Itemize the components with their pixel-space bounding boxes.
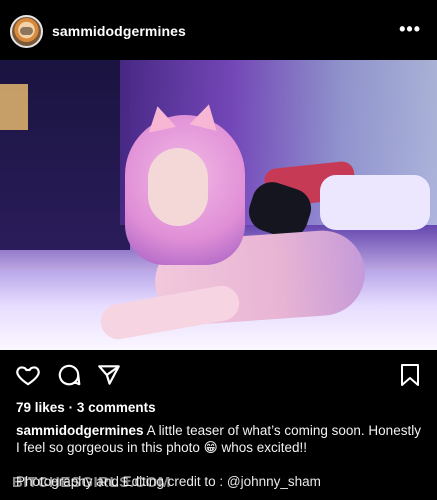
comment-icon[interactable] <box>56 362 82 388</box>
photo-lamp <box>0 84 28 130</box>
post-username[interactable]: sammidodgermines <box>52 23 186 39</box>
photo-pillow-white <box>320 175 430 230</box>
more-options-icon[interactable]: ••• <box>399 19 421 40</box>
send-icon[interactable] <box>96 362 122 388</box>
likes-text[interactable]: 79 likes <box>16 400 65 415</box>
heart-icon[interactable] <box>15 362 41 388</box>
post-photo[interactable] <box>0 60 437 350</box>
caption-username[interactable]: sammidodgermines <box>16 423 144 438</box>
watermark: BITCHESGIRLS.COM <box>12 474 171 491</box>
likes-count[interactable]: 79 likes · 3 comments <box>16 400 156 415</box>
stats-separator: · <box>68 400 74 415</box>
avatar[interactable] <box>10 15 43 48</box>
action-bar <box>0 360 437 390</box>
bookmark-icon[interactable] <box>398 362 422 388</box>
post-header: sammidodgermines ••• <box>0 0 437 60</box>
comments-count[interactable]: 3 comments <box>77 400 156 415</box>
caption: sammidodgermines A little teaser of what… <box>16 422 426 456</box>
photo-face <box>148 148 208 226</box>
